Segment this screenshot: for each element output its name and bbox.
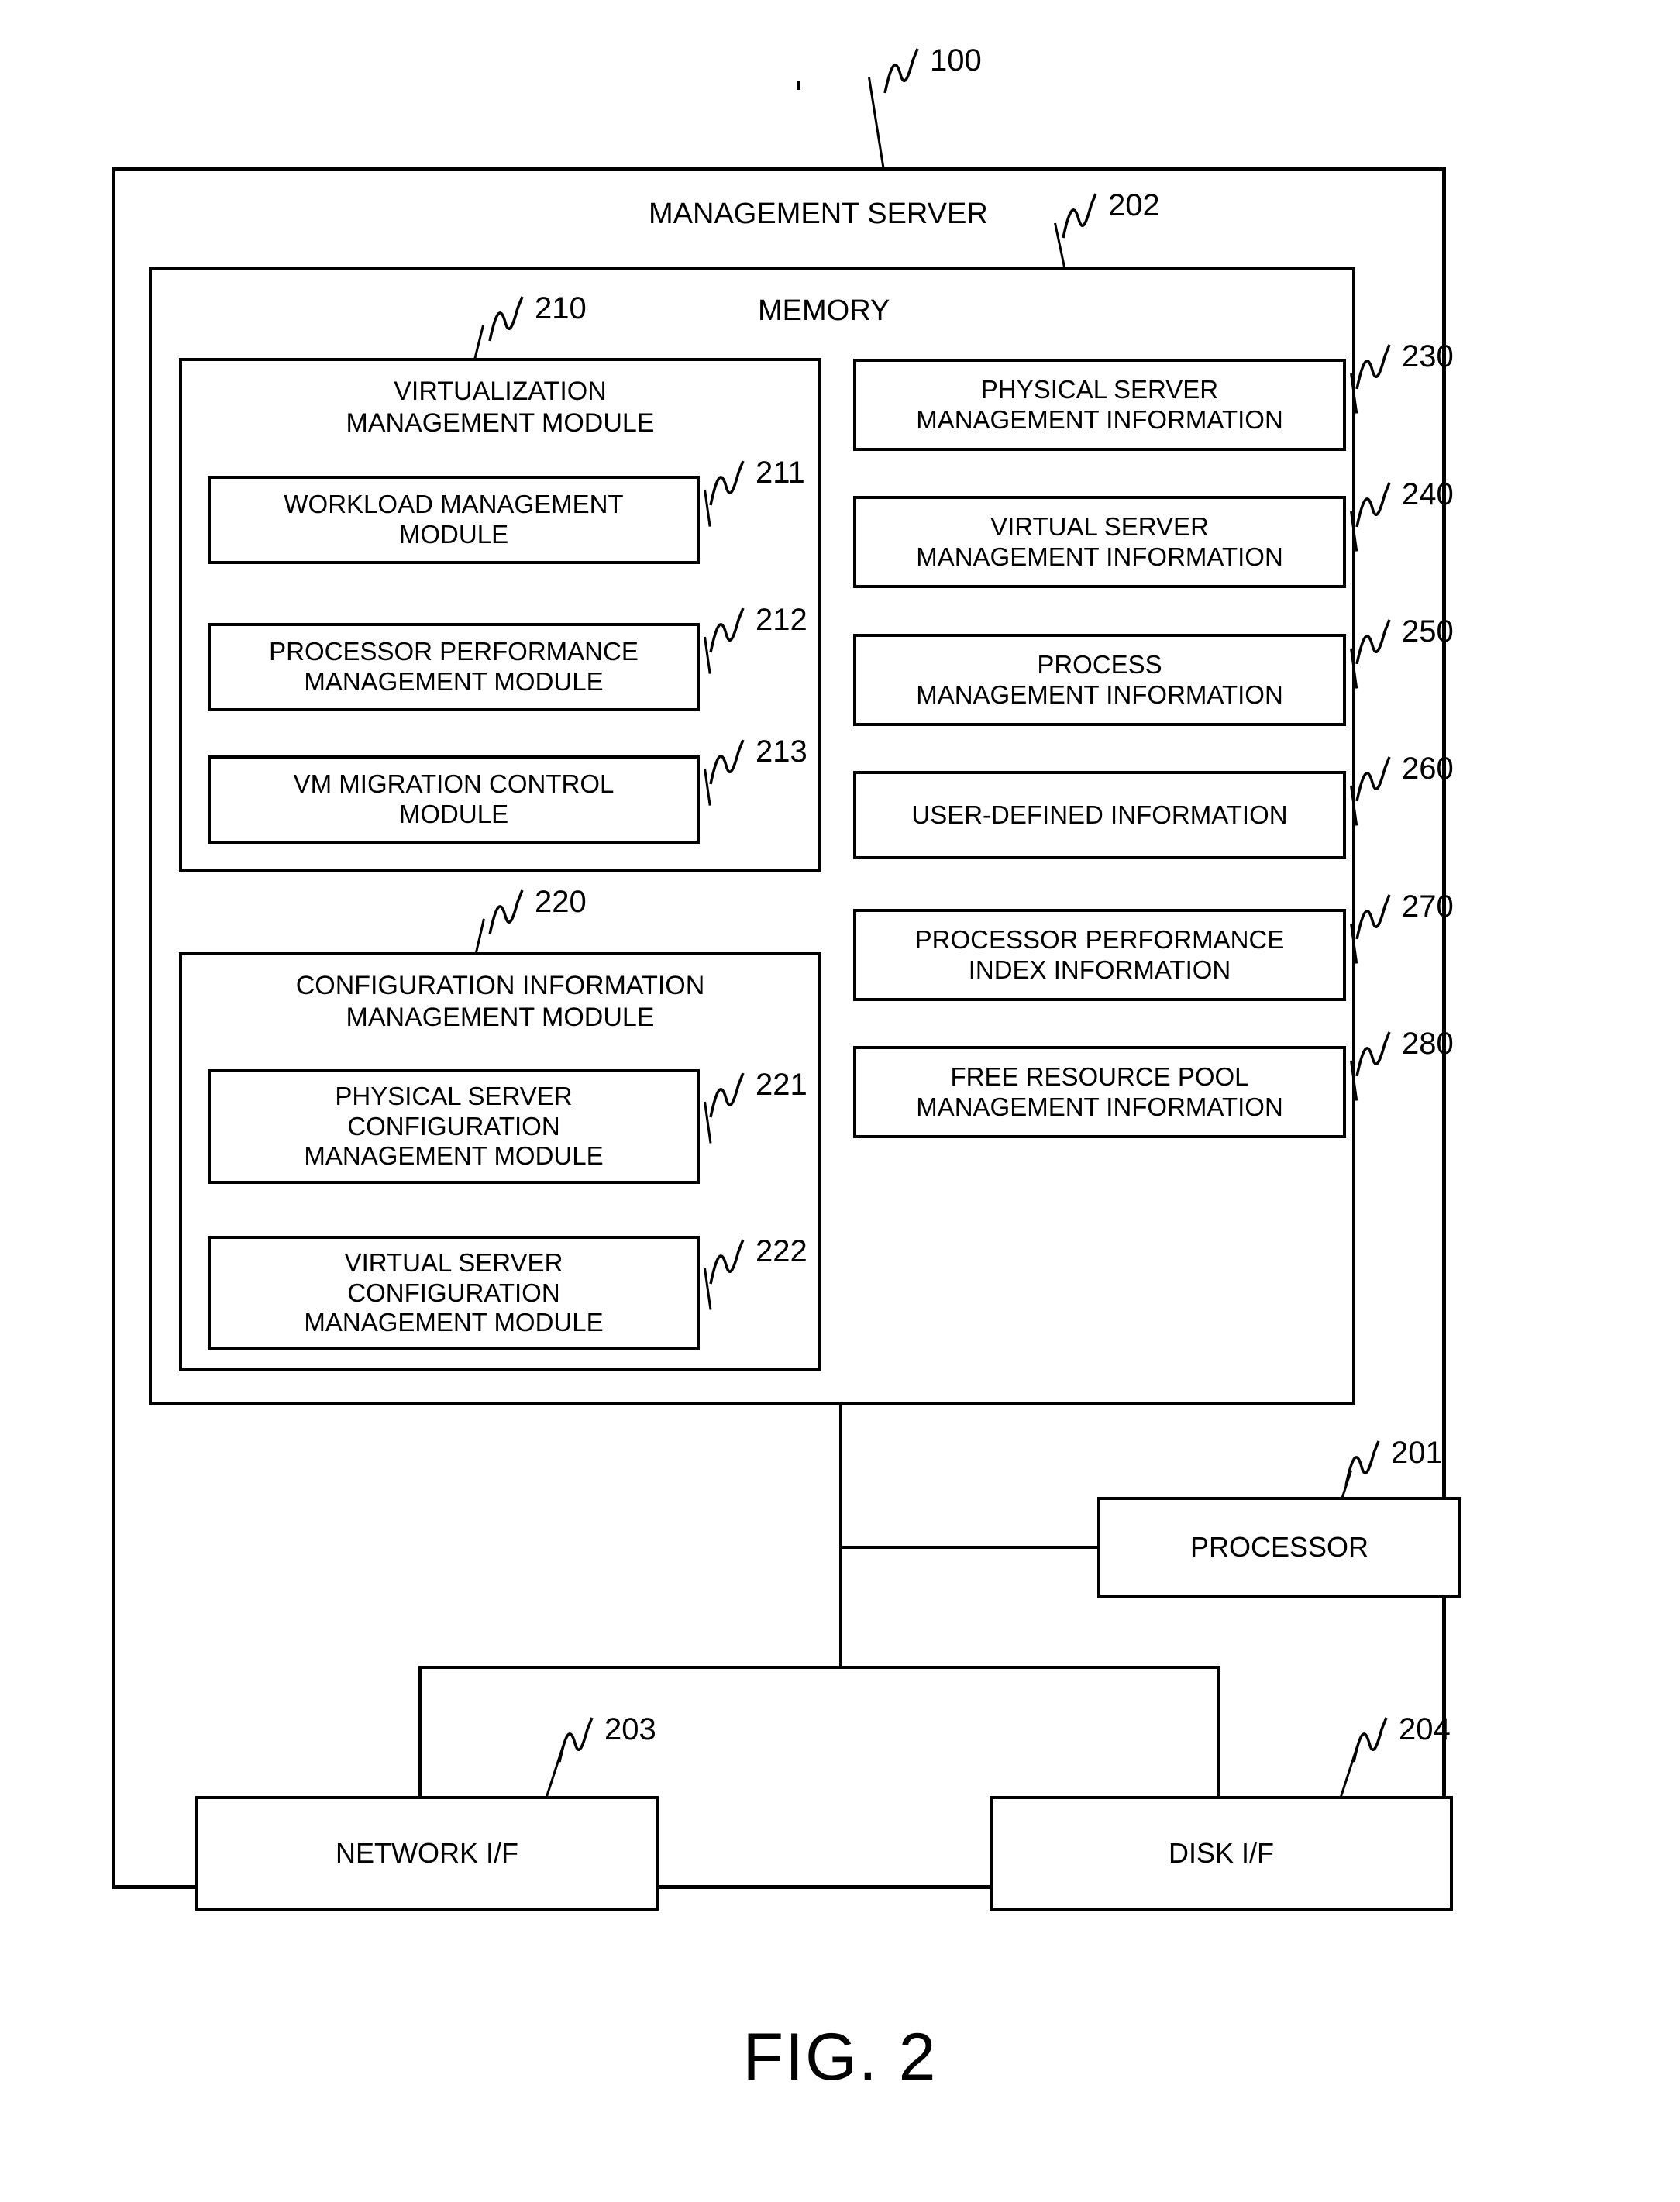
workload-management-module-box: WORKLOAD MANAGEMENT MODULE bbox=[208, 476, 700, 564]
reference-numeral-202: 202 bbox=[1062, 190, 1160, 239]
figure-canvas: 100 MANAGEMENT SERVER 202 MEMORY 210 VIR… bbox=[0, 0, 1680, 2202]
processor-box: PROCESSOR bbox=[1097, 1497, 1461, 1598]
reference-numeral-260: 260 bbox=[1355, 753, 1454, 802]
squiggle-leader-icon bbox=[709, 1239, 745, 1285]
io-bus-horizontal-line bbox=[418, 1666, 1220, 1669]
reference-numeral-280: 280 bbox=[1355, 1028, 1454, 1077]
reference-numeral-211: 211 bbox=[709, 457, 805, 506]
virtualization-management-module-title: VIRTUALIZATION MANAGEMENT MODULE bbox=[346, 377, 655, 438]
reference-numeral-240: 240 bbox=[1355, 479, 1454, 528]
squiggle-leader-icon bbox=[558, 1717, 594, 1763]
memory-bus-vertical-line bbox=[839, 1405, 842, 1669]
squiggle-leader-icon bbox=[1062, 193, 1097, 239]
processor-performance-index-information-box: PROCESSOR PERFORMANCE INDEX INFORMATION bbox=[853, 909, 1346, 1001]
reference-numeral-270: 270 bbox=[1355, 891, 1454, 940]
disk-if-bus-line bbox=[1217, 1666, 1220, 1799]
squiggle-leader-icon bbox=[1355, 756, 1391, 802]
virtual-server-management-information-box: VIRTUAL SERVER MANAGEMENT INFORMATION bbox=[853, 496, 1346, 588]
reference-numeral-100: 100 bbox=[883, 45, 982, 94]
management-server-title: MANAGEMENT SERVER bbox=[649, 198, 988, 230]
figure-caption: FIG. 2 bbox=[742, 2020, 938, 2094]
squiggle-leader-icon bbox=[709, 739, 745, 785]
squiggle-leader-icon bbox=[709, 460, 745, 506]
squiggle-leader-icon bbox=[488, 296, 524, 342]
memory-title: MEMORY bbox=[758, 294, 890, 327]
free-resource-pool-management-information-box: FREE RESOURCE POOL MANAGEMENT INFORMATIO… bbox=[853, 1046, 1346, 1138]
configuration-information-management-module-title: CONFIGURATION INFORMATION MANAGEMENT MOD… bbox=[295, 971, 705, 1032]
vm-migration-control-module-box: VM MIGRATION CONTROL MODULE bbox=[208, 755, 700, 844]
processor-bus-line bbox=[839, 1546, 1100, 1549]
scan-speck bbox=[797, 81, 800, 90]
squiggle-leader-icon bbox=[1355, 482, 1391, 528]
reference-numeral-210: 210 bbox=[488, 293, 587, 342]
squiggle-leader-icon bbox=[883, 48, 919, 94]
physical-server-configuration-management-module-box: PHYSICAL SERVER CONFIGURATION MANAGEMENT… bbox=[208, 1069, 700, 1184]
squiggle-leader-icon bbox=[1355, 344, 1391, 390]
squiggle-leader-icon bbox=[1355, 894, 1391, 940]
virtual-server-configuration-management-module-box: VIRTUAL SERVER CONFIGURATION MANAGEMENT … bbox=[208, 1236, 700, 1350]
reference-numeral-213: 213 bbox=[709, 736, 807, 785]
reference-numeral-221: 221 bbox=[709, 1069, 807, 1118]
disk-if-box: DISK I/F bbox=[990, 1796, 1453, 1911]
squiggle-leader-icon bbox=[1355, 1031, 1391, 1077]
squiggle-leader-icon bbox=[1352, 1717, 1388, 1763]
user-defined-information-box: USER-DEFINED INFORMATION bbox=[853, 771, 1346, 859]
reference-numeral-212: 212 bbox=[709, 604, 807, 653]
reference-numeral-220: 220 bbox=[488, 886, 587, 935]
reference-numeral-203: 203 bbox=[558, 1714, 656, 1763]
reference-numeral-230: 230 bbox=[1355, 341, 1454, 390]
reference-numeral-222: 222 bbox=[709, 1236, 807, 1285]
processor-performance-management-module-box: PROCESSOR PERFORMANCE MANAGEMENT MODULE bbox=[208, 623, 700, 711]
network-if-bus-line bbox=[418, 1666, 422, 1799]
squiggle-leader-icon bbox=[1344, 1440, 1380, 1486]
reference-numeral-250: 250 bbox=[1355, 616, 1454, 665]
reference-numeral-201: 201 bbox=[1344, 1437, 1443, 1486]
process-management-information-box: PROCESS MANAGEMENT INFORMATION bbox=[853, 634, 1346, 726]
squiggle-leader-icon bbox=[1355, 619, 1391, 665]
network-if-box: NETWORK I/F bbox=[195, 1796, 659, 1911]
squiggle-leader-icon bbox=[488, 889, 524, 935]
squiggle-leader-icon bbox=[709, 1072, 745, 1118]
squiggle-leader-icon bbox=[709, 607, 745, 653]
physical-server-management-information-box: PHYSICAL SERVER MANAGEMENT INFORMATION bbox=[853, 359, 1346, 451]
reference-numeral-204: 204 bbox=[1352, 1714, 1451, 1763]
